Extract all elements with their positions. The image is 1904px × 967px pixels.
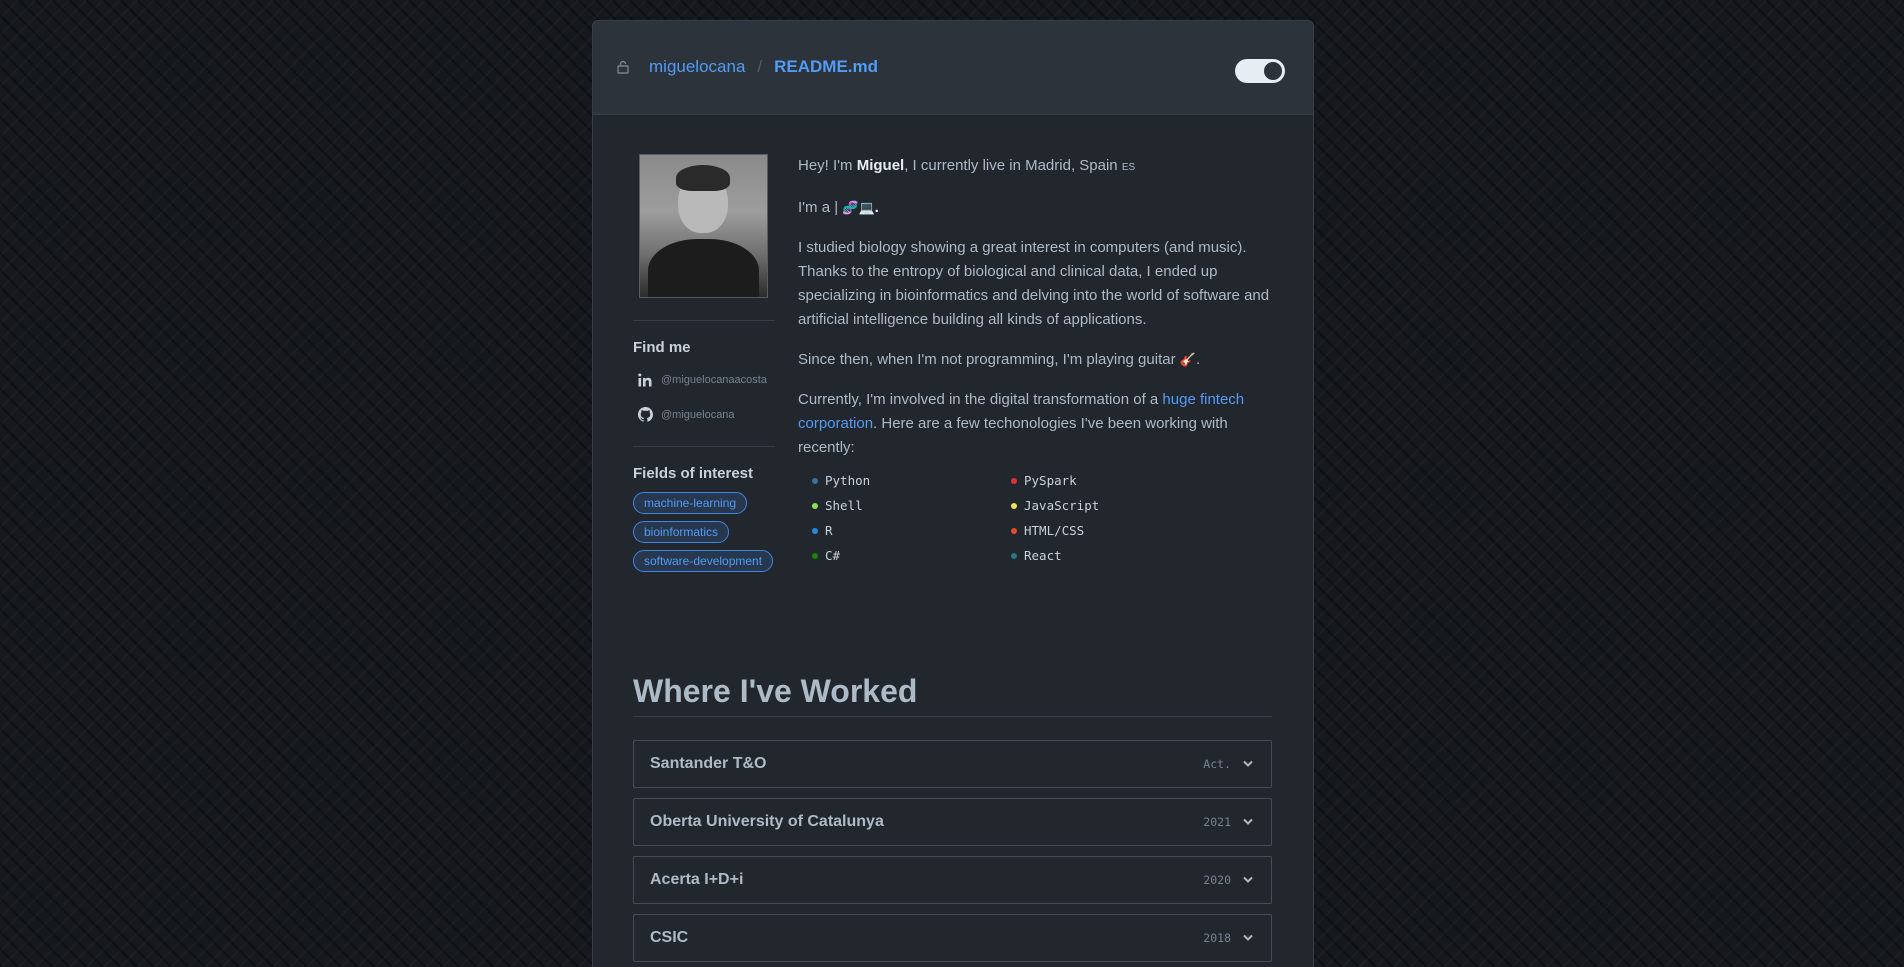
spain-flag-icon: ES <box>1121 162 1136 173</box>
find-me-title: Find me <box>633 339 691 356</box>
tag-machine-learning[interactable]: machine-learning <box>633 492 748 514</box>
job-year: 2021 <box>1203 815 1231 829</box>
avatar <box>639 154 768 298</box>
job-name: Acerta I+D+i <box>650 871 744 888</box>
intro-content: Hey! I'm Miguel, I currently live in Mad… <box>798 154 1278 566</box>
dna-computer-icon: 🧬💻 <box>842 200 875 215</box>
sidebar-divider <box>633 446 775 447</box>
job-name: Oberta University of Catalunya <box>650 813 884 830</box>
lang-dot <box>812 477 818 484</box>
readme-card: miguelocana / README.md Find me @miguelo… <box>592 20 1314 967</box>
lang-item: C# <box>812 545 1011 566</box>
breadcrumb: miguelocana / README.md <box>649 57 878 77</box>
tag-software-development[interactable]: software-development <box>633 550 774 572</box>
breadcrumb-user-link[interactable]: miguelocana <box>649 57 745 77</box>
breadcrumb-file-link[interactable]: README.md <box>774 57 878 77</box>
jobs-list: Santander T&O Act. Oberta University of … <box>633 740 1272 967</box>
lang-dot <box>812 527 818 534</box>
tag-bioinformatics[interactable]: bioinformatics <box>633 521 730 543</box>
languages-list: Python PySpark Shell JavaScript R HTML/C… <box>812 470 1278 566</box>
lang-dot <box>1011 552 1017 559</box>
lang-dot <box>812 552 818 559</box>
social-linkedin[interactable]: @miguelocanaacosta <box>637 366 775 393</box>
job-item[interactable]: CSIC 2018 <box>633 914 1272 962</box>
intro-hobby: Since then, when I'm not programming, I'… <box>798 351 1201 368</box>
lang-item: R <box>812 520 1011 541</box>
lock-icon <box>617 60 629 74</box>
job-item[interactable]: Santander T&O Act. <box>633 740 1272 788</box>
guitar-icon: 🎸 <box>1179 352 1196 367</box>
lang-dot <box>1011 527 1017 534</box>
job-item[interactable]: Acerta I+D+i 2020 <box>633 856 1272 904</box>
lang-item: Python <box>812 470 1011 491</box>
lang-item: React <box>1011 545 1211 566</box>
github-icon <box>637 407 653 423</box>
worked-section-title: Where I've Worked <box>633 673 1272 717</box>
sidebar-divider <box>633 320 775 321</box>
fields-title: Fields of interest <box>633 465 754 482</box>
lang-item: PySpark <box>1011 470 1211 491</box>
profile-sidebar: Find me @miguelocanaacosta @miguelocana … <box>633 154 775 579</box>
github-handle: @miguelocana <box>661 408 735 421</box>
intro-greeting: Hey! I'm Miguel, I currently live in Mad… <box>798 157 1136 174</box>
chevron-down-icon <box>1243 934 1253 941</box>
intro-work: Currently, I'm involved in the digital t… <box>798 391 1245 456</box>
linkedin-handle: @miguelocanaacosta <box>661 373 767 386</box>
job-year: Act. <box>1203 757 1231 771</box>
readme-header: miguelocana / README.md <box>593 21 1313 115</box>
lang-item: Shell <box>812 495 1011 516</box>
social-github[interactable]: @miguelocana <box>637 401 775 428</box>
job-year: 2018 <box>1203 931 1231 945</box>
lang-dot <box>1011 502 1017 509</box>
job-item[interactable]: Oberta University of Catalunya 2021 <box>633 798 1272 846</box>
linkedin-icon <box>637 372 653 388</box>
chevron-down-icon <box>1243 760 1253 767</box>
job-name: CSIC <box>650 929 689 946</box>
toggle-knob <box>1264 62 1282 80</box>
breadcrumb-separator: / <box>757 57 763 76</box>
lang-dot <box>812 502 818 509</box>
name-highlight: Miguel <box>856 157 905 174</box>
lang-item: HTML/CSS <box>1011 520 1211 541</box>
intro-role: I'm a | 🧬💻. <box>798 199 879 216</box>
chevron-down-icon <box>1243 876 1253 883</box>
chevron-down-icon <box>1243 818 1253 825</box>
lang-dot <box>1011 477 1017 484</box>
job-year: 2020 <box>1203 873 1231 887</box>
theme-toggle[interactable] <box>1235 59 1285 83</box>
lang-item: JavaScript <box>1011 495 1211 516</box>
job-name: Santander T&O <box>650 755 767 772</box>
intro-bio: I studied biology showing a great intere… <box>798 239 1270 328</box>
